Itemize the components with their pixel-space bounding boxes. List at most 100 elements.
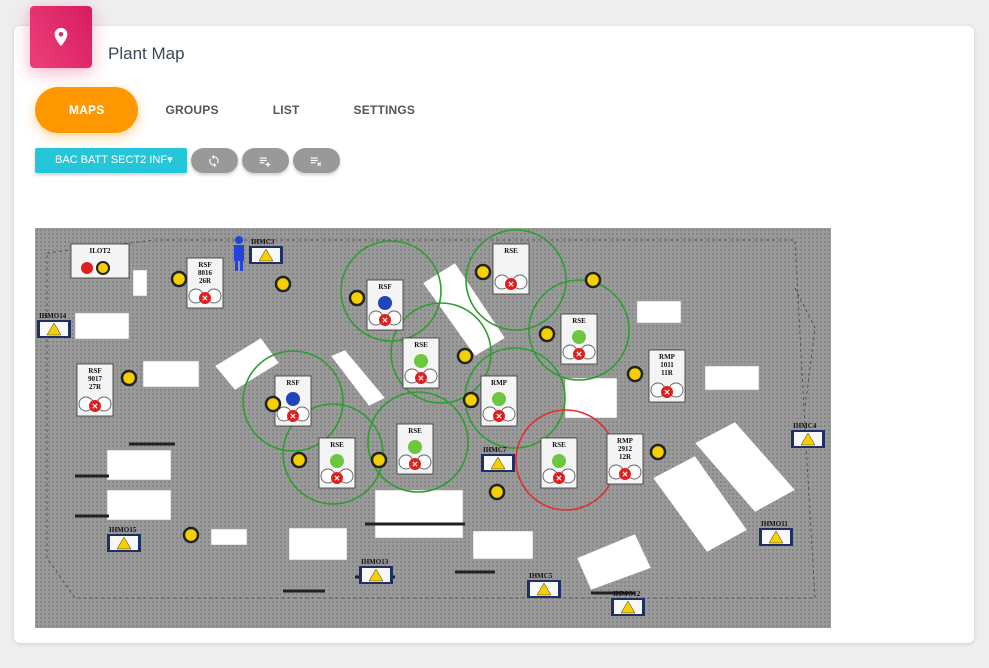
tab-list[interactable]: LIST [246, 87, 327, 133]
station[interactable]: RMP101111R ✕ [648, 349, 686, 403]
operator-body [234, 245, 244, 261]
operator-right-leg [240, 261, 243, 271]
station-label: RMP [491, 379, 508, 387]
station-label: RSE [414, 341, 428, 349]
tab-groups[interactable]: GROUPS [138, 87, 245, 133]
fault-icon-glyph: ✕ [576, 350, 583, 359]
list-add-button[interactable] [241, 148, 289, 173]
hmi-label: IHMO11 [761, 520, 788, 528]
map-toolbar: BAC BATT SECT2 INF▾ [35, 148, 340, 173]
fault-icon-glyph: ✕ [418, 374, 425, 383]
hmi-label: IHMC7 [483, 446, 507, 454]
area-select-dropdown[interactable]: BAC BATT SECT2 INF▾ [35, 148, 187, 173]
station-label: RSE [504, 247, 518, 255]
station-label: 27R [89, 383, 102, 391]
station[interactable]: RSE ✕ [318, 437, 356, 489]
indicator-dot [290, 451, 308, 469]
power-icon [378, 296, 392, 310]
hmi-panel[interactable]: IHMC4 [791, 422, 825, 448]
station-label: RSE [330, 441, 344, 449]
hmi-panel[interactable]: IHMC7 [481, 446, 515, 472]
list-clear-button[interactable] [292, 148, 340, 173]
indicator-dot [538, 325, 556, 343]
fault-icon-glyph: ✕ [622, 470, 629, 479]
fault-icon-glyph: ✕ [92, 402, 99, 411]
power-icon [552, 454, 566, 468]
fault-icon-glyph: ✕ [202, 294, 209, 303]
tab-bar: MAPS GROUPS LIST SETTINGS [35, 87, 442, 133]
station[interactable]: RSE ✕ [492, 243, 530, 295]
indicator-dot [264, 395, 282, 413]
equipment-zone [576, 533, 652, 591]
equipment-zone [564, 377, 618, 419]
fault-icon-glyph: ✕ [334, 474, 341, 483]
equipment-zones [74, 262, 796, 591]
fault-icon [81, 262, 93, 274]
refresh-icon [209, 154, 219, 167]
station-label: RSF [88, 367, 101, 375]
indicator-dot [649, 443, 667, 461]
indicator-dot [120, 369, 138, 387]
tab-settings[interactable]: SETTINGS [327, 87, 443, 133]
equipment-zone [210, 528, 248, 546]
equipment-zone [704, 365, 760, 391]
hmi-label: IHMC3 [251, 238, 275, 246]
station[interactable]: RSF ✕ [366, 279, 404, 331]
hmi-label: IHMO14 [39, 312, 67, 320]
equipment-zone [106, 449, 172, 481]
station-label: RSE [572, 317, 586, 325]
tab-maps[interactable]: MAPS [35, 87, 139, 133]
card-header-icon [30, 6, 92, 68]
hmi-panel[interactable]: IHMC5 [527, 572, 561, 598]
station[interactable]: RMP ✕ [480, 375, 518, 427]
fault-icon-glyph: ✕ [664, 388, 671, 397]
hmi-panel[interactable]: IHMO14 [37, 312, 71, 338]
map-marker-icon [54, 27, 68, 47]
equipment-zone [142, 360, 200, 388]
hmi-label: IHMO12 [613, 590, 641, 598]
indicator-dot [584, 271, 602, 289]
station-label: 26R [199, 277, 212, 285]
refresh-button[interactable] [190, 148, 238, 173]
indicator-dot [370, 451, 388, 469]
hmi-panel[interactable]: IHMC3 [249, 238, 283, 264]
station[interactable]: RSF801626R ✕ [186, 257, 224, 309]
fault-icon-glyph: ✕ [412, 460, 419, 469]
station[interactable]: ILOT2 [70, 243, 130, 279]
equipment-zone [288, 527, 348, 561]
station[interactable]: RSF901727R ✕ [76, 363, 114, 417]
station[interactable]: RSE ✕ [540, 437, 578, 489]
equipment-zone [106, 489, 172, 521]
hmi-label: IHMC5 [529, 572, 553, 580]
indicator-dot [274, 275, 292, 293]
equipment-zone [374, 489, 464, 539]
equipment-zone [132, 269, 148, 297]
station-label: 8016 [198, 269, 213, 277]
equipment-zone [330, 349, 386, 407]
station[interactable]: RMP291212R ✕ [606, 433, 644, 485]
station[interactable]: RSE ✕ [396, 423, 434, 475]
page-title: Plant Map [108, 44, 185, 63]
caret-down-icon: ▾ [167, 154, 173, 166]
station-label: RSF [198, 261, 211, 269]
station[interactable]: RSE ✕ [560, 313, 598, 365]
station-label: 2912 [618, 445, 633, 453]
fault-icon-glyph: ✕ [382, 316, 389, 325]
hmi-panel[interactable]: IHMO15 [107, 526, 141, 552]
station-label: ILOT2 [89, 247, 111, 255]
hmi-panel[interactable]: IHMO12 [611, 590, 645, 616]
station-label: RSF [286, 379, 299, 387]
station[interactable]: RSE ✕ [402, 337, 440, 389]
power-icon [492, 392, 506, 406]
hmi-panel[interactable]: IHMO13 [359, 558, 393, 584]
equipment-zone [74, 312, 130, 340]
operator-figure [234, 236, 244, 271]
plant-floor-map: ILOT2 RSF 8016 26R ✕ RSF ✕ RSE ✕ RSE ✕ RSF 9017 27R ✕ R… [35, 228, 831, 628]
hmi-panel[interactable]: IHMO11 [759, 520, 793, 546]
hmi-label: IHMO15 [109, 526, 137, 534]
indicator-dot [462, 391, 480, 409]
indicator-dot [348, 289, 366, 307]
plant-map-canvas: ILOT2RSF801626R✕RSF✕RSE✕RSE✕RSF901727R✕R… [37, 229, 825, 616]
indicator-dot [182, 526, 200, 544]
indicator-dot [96, 261, 110, 275]
